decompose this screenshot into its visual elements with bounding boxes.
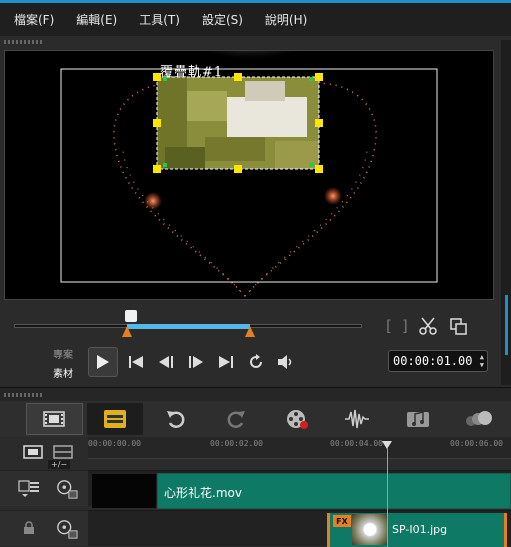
fx-badge[interactable]: FX xyxy=(333,515,351,527)
menu-bar: 檔案(F) 編輯(E) 工具(T) 設定(S) 說明(H) xyxy=(0,0,511,36)
lock-icon[interactable] xyxy=(18,517,40,539)
timeline-ruler[interactable]: 00:00:00.00 00:00:02.00 00:00:04.00 00:0… xyxy=(88,437,511,459)
film-reel-icon xyxy=(286,410,308,429)
skip-start-icon xyxy=(129,356,143,368)
go-to-start-button[interactable] xyxy=(124,350,148,374)
play-button[interactable] xyxy=(88,347,118,377)
playhead-line xyxy=(387,448,388,547)
clip-mode-label[interactable]: 素材 xyxy=(53,365,73,380)
video-editor-window: 檔案(F) 編輯(E) 工具(T) 設定(S) 說明(H) 覆疊軌#1 [] … xyxy=(0,0,511,547)
timecode-stepper-icon[interactable]: ▲ ▼ xyxy=(480,353,484,369)
audio-mixer-button[interactable] xyxy=(329,403,386,435)
step-back-icon xyxy=(159,356,173,368)
ruler-tick-label: 00:00:00.00 xyxy=(88,439,141,448)
scissors-icon[interactable] xyxy=(418,316,438,336)
video-track-toggle-icon[interactable] xyxy=(22,441,44,463)
undo-button[interactable] xyxy=(147,403,204,435)
playback-controls xyxy=(88,347,298,377)
repeat-button[interactable] xyxy=(244,350,268,374)
mark-out-handle[interactable] xyxy=(245,326,255,337)
timecode-value: 00:00:01.00 xyxy=(393,354,473,368)
undo-icon xyxy=(166,411,185,428)
timeline-toolbar xyxy=(0,401,511,437)
overlay-track-header xyxy=(0,510,88,546)
overlay-image[interactable] xyxy=(157,77,319,169)
timeline-view-button[interactable] xyxy=(86,403,144,435)
menu-edit[interactable]: 編輯(E) xyxy=(76,11,117,28)
panel-grip[interactable] xyxy=(4,40,44,44)
preview-image xyxy=(5,51,493,299)
menu-settings[interactable]: 設定(S) xyxy=(202,11,243,28)
enlarge-preview-icon[interactable] xyxy=(448,316,468,336)
auto-music-button[interactable] xyxy=(390,403,447,435)
redo-button[interactable] xyxy=(208,403,265,435)
repeat-icon xyxy=(250,354,262,368)
overlay-clip-thumbnail xyxy=(352,514,388,545)
video-clip[interactable]: 心形礼花.mov xyxy=(157,473,511,509)
preview-window[interactable]: 覆疊軌#1 xyxy=(4,50,494,300)
motion-tracking-button[interactable] xyxy=(450,403,507,435)
overlay-clip-label: SP-I01.jpg xyxy=(392,523,448,536)
previous-frame-button[interactable] xyxy=(154,350,178,374)
menu-file[interactable]: 檔案(F) xyxy=(14,11,54,28)
play-icon xyxy=(97,355,109,369)
mark-out-icon[interactable]: ] xyxy=(402,317,408,335)
mark-in-handle[interactable] xyxy=(122,326,132,337)
video-clip-label: 心形礼花.mov xyxy=(164,486,242,500)
scrub-thumb[interactable] xyxy=(125,310,137,322)
ruler-tick-label: 00:00:02.00 xyxy=(210,439,263,448)
motion-dots-icon xyxy=(465,411,492,426)
side-panel-accent xyxy=(505,295,508,355)
menu-tools[interactable]: 工具(T) xyxy=(139,11,180,28)
storyboard-view-button[interactable] xyxy=(26,403,83,435)
skip-end-icon xyxy=(219,356,233,368)
track-header-top xyxy=(0,437,88,470)
overlay-clip[interactable]: FX SP-I01.jpg xyxy=(327,513,507,547)
zoom-control[interactable]: +/− xyxy=(48,460,71,469)
step-forward-icon xyxy=(189,356,203,368)
waveform-icon xyxy=(345,409,370,429)
ruler-tick-label: 00:00:06.00 xyxy=(450,439,503,448)
next-frame-button[interactable] xyxy=(184,350,208,374)
ruler-tick-label: 00:00:04.00 xyxy=(330,439,383,448)
menu-help[interactable]: 說明(H) xyxy=(265,11,307,28)
overlay-track-icon xyxy=(56,518,78,540)
timecode-field[interactable]: 00:00:01.00 ▲ ▼ xyxy=(388,350,488,372)
music-note-icon xyxy=(407,411,430,427)
panel-divider[interactable] xyxy=(0,387,511,401)
redo-icon xyxy=(227,411,246,428)
black-clip[interactable] xyxy=(92,474,156,508)
volume-button[interactable] xyxy=(274,350,298,374)
overlay-track-title: 覆疊軌#1 xyxy=(160,65,224,80)
record-capture-button[interactable] xyxy=(269,403,326,435)
filmstrip-icon xyxy=(43,411,66,427)
track-settings-icon[interactable] xyxy=(18,477,40,499)
side-panel-edge xyxy=(501,40,511,385)
timeline-view-icon xyxy=(103,410,126,428)
speaker-icon xyxy=(278,355,292,369)
go-to-end-button[interactable] xyxy=(214,350,238,374)
trim-tools: [ ] xyxy=(386,316,468,336)
mark-in-icon[interactable]: [ xyxy=(386,317,392,335)
video-track-icon xyxy=(56,478,78,500)
divider-grip[interactable] xyxy=(4,393,44,397)
trim-range xyxy=(127,324,250,329)
project-mode-label[interactable]: 專案 xyxy=(53,346,73,361)
video-track-header xyxy=(0,470,88,506)
